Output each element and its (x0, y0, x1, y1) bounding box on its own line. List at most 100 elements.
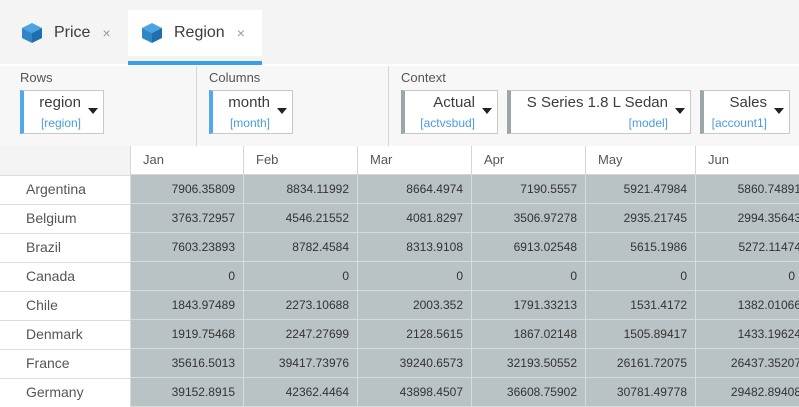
cell-value: 2273.10688 (285, 298, 349, 312)
table-cell[interactable]: 8664.4974 (357, 175, 471, 204)
cell-value: 2994.35643 (737, 211, 799, 225)
table-cell[interactable]: 2935.21745 (585, 204, 695, 233)
table-cell[interactable]: 7603.23893 (130, 233, 243, 262)
table-cell[interactable]: 0 (243, 262, 357, 291)
cell-value: 1919.75468 (171, 327, 235, 341)
table-cell[interactable]: 5921.47984 (585, 175, 695, 204)
table-cell[interactable]: 2003.352 (357, 291, 471, 320)
column-header-label: Feb (256, 152, 279, 167)
table-cell[interactable]: 7190.5557 (471, 175, 585, 204)
context-value: Actual (433, 94, 475, 111)
table-cell[interactable]: 4546.21552 (243, 204, 357, 233)
table-cell[interactable]: 26437.35207 (695, 349, 799, 378)
column-header-apr[interactable]: Apr (471, 146, 585, 175)
table-cell[interactable]: 0 (130, 262, 243, 291)
row-header-france[interactable]: France (0, 349, 130, 378)
table-cell[interactable]: 5860.74891 (695, 175, 799, 204)
chevron-down-icon[interactable] (774, 108, 784, 114)
grid-corner (0, 146, 131, 176)
axis-controls: Rows region [region] Columns month [mont… (0, 66, 799, 147)
rows-subvalue: [region] (40, 116, 81, 130)
table-cell[interactable]: 1382.01066 (695, 291, 799, 320)
column-header-may[interactable]: May (585, 146, 695, 175)
table-cell[interactable]: 39417.73976 (243, 349, 357, 378)
close-icon[interactable]: × (102, 25, 110, 41)
cell-value: 0 (228, 269, 235, 283)
row-header-denmark[interactable]: Denmark (0, 320, 130, 349)
row-header-brazil[interactable]: Brazil (0, 233, 130, 262)
table-cell[interactable]: 26161.72075 (585, 349, 695, 378)
table-cell[interactable]: 29482.89408 (695, 378, 799, 407)
table-cell[interactable]: 2128.5615 (357, 320, 471, 349)
column-header-jun[interactable]: Jun (695, 146, 799, 175)
rows-title: Rows (20, 70, 53, 85)
table-cell[interactable]: 39240.6573 (357, 349, 471, 378)
table-cell[interactable]: 36608.75902 (471, 378, 585, 407)
table-cell[interactable]: 2273.10688 (243, 291, 357, 320)
chevron-down-icon[interactable] (675, 108, 685, 114)
tab-label: Price (54, 24, 91, 41)
column-header-jan[interactable]: Jan (130, 146, 243, 175)
context-selector-actvsbud[interactable]: Actual [actvsbud] (401, 90, 498, 134)
table-cell[interactable]: 2247.27699 (243, 320, 357, 349)
row-header-belgium[interactable]: Belgium (0, 204, 130, 233)
table-cell[interactable]: 0 (357, 262, 471, 291)
chevron-down-icon[interactable] (88, 108, 98, 114)
row-header-label: France (26, 355, 70, 371)
cell-value: 8664.4974 (406, 182, 463, 196)
table-cell[interactable]: 1867.02148 (471, 320, 585, 349)
table-cell[interactable]: 6913.02548 (471, 233, 585, 262)
columns-section: Columns month [month] (196, 66, 389, 146)
table-cell[interactable]: 8313.9108 (357, 233, 471, 262)
row-header-label: Canada (26, 268, 76, 284)
table-cell[interactable]: 39152.8915 (130, 378, 243, 407)
context-selector-account[interactable]: Sales [account1] (700, 90, 790, 134)
table-cell[interactable]: 2994.35643 (695, 204, 799, 233)
table-cell[interactable]: 3763.72957 (130, 204, 243, 233)
chevron-down-icon[interactable] (482, 108, 492, 114)
table-cell[interactable]: 35616.5013 (130, 349, 243, 378)
row-header-argentina[interactable]: Argentina (0, 175, 130, 204)
cell-value: 2935.21745 (623, 211, 687, 225)
table-cell[interactable]: 4081.8297 (357, 204, 471, 233)
rows-selector[interactable]: region [region] (20, 90, 104, 134)
table-cell[interactable]: 1919.75468 (130, 320, 243, 349)
chevron-down-icon[interactable] (277, 108, 287, 114)
columns-selector[interactable]: month [month] (209, 90, 293, 134)
cell-value: 3506.97278 (513, 211, 577, 225)
table-cell[interactable]: 1843.97489 (130, 291, 243, 320)
table-cell[interactable]: 43898.4507 (357, 378, 471, 407)
context-selector-model[interactable]: S Series 1.8 L Sedan [model] (507, 90, 691, 134)
table-cell[interactable]: 0 (471, 262, 585, 291)
table-cell[interactable]: 32193.50552 (471, 349, 585, 378)
table-cell[interactable]: 8834.11992 (243, 175, 357, 204)
row-header-germany[interactable]: Germany (0, 378, 130, 407)
column-header-feb[interactable]: Feb (243, 146, 357, 175)
table-cell[interactable]: 1433.19624 (695, 320, 799, 349)
table-cell[interactable]: 1531.4172 (585, 291, 695, 320)
table-cell[interactable]: 8782.4584 (243, 233, 357, 262)
table-cell[interactable]: 1505.89417 (585, 320, 695, 349)
table-cell[interactable]: 5615.1986 (585, 233, 695, 262)
table-cell[interactable]: 3506.97278 (471, 204, 585, 233)
row-header-canada[interactable]: Canada (0, 262, 130, 291)
cell-value: 1382.01066 (737, 298, 799, 312)
cell-value: 5860.74891 (737, 182, 799, 196)
table-cell[interactable]: 30781.49778 (585, 378, 695, 407)
table-cell[interactable]: 5272.11474 (695, 233, 799, 262)
columns-value: month (228, 94, 270, 111)
tab-region[interactable]: Region × (128, 10, 262, 56)
table-cell[interactable]: 7906.35809 (130, 175, 243, 204)
row-header-chile[interactable]: Chile (0, 291, 130, 320)
cell-value: 0 (342, 269, 349, 283)
cell-value: 1791.33213 (513, 298, 577, 312)
table-cell[interactable]: 42362.4464 (243, 378, 357, 407)
close-icon[interactable]: × (237, 25, 245, 41)
column-header-mar[interactable]: Mar (357, 146, 471, 175)
column-header-label: Jun (708, 152, 729, 167)
cube-icon (22, 23, 42, 43)
table-cell[interactable]: 1791.33213 (471, 291, 585, 320)
table-cell[interactable]: 0 (695, 262, 799, 291)
table-cell[interactable]: 0 (585, 262, 695, 291)
tab-price[interactable]: Price × (10, 10, 128, 56)
